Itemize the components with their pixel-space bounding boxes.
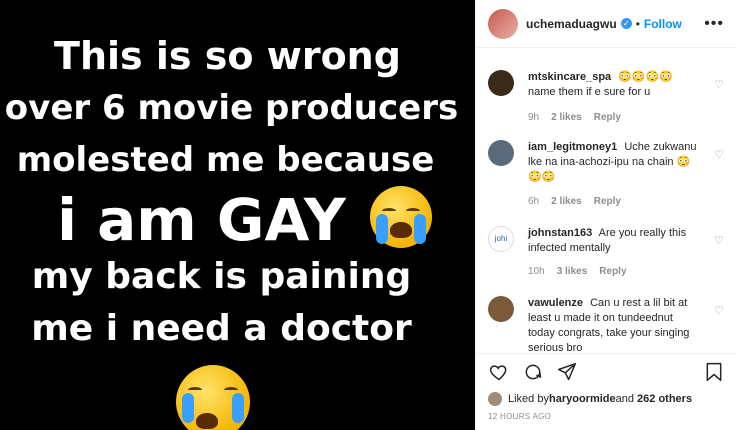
post-image: This is so wrong over 6 movie producers …: [0, 0, 475, 430]
comment-time: 10h: [528, 266, 545, 277]
comment-icon[interactable]: [522, 361, 544, 383]
post-header: uchemaduagwu ✓ • Follow •••: [476, 0, 736, 48]
heart-icon[interactable]: ♡: [714, 78, 724, 91]
likes-summary: Liked by haryoormide and 262 others: [476, 390, 736, 408]
post-text-line: This is so wrong: [54, 34, 401, 78]
comment-username[interactable]: mtskincare_spa: [528, 71, 611, 83]
verified-badge-icon: ✓: [620, 18, 632, 29]
share-icon[interactable]: [556, 361, 578, 383]
likes-others-link[interactable]: 262 others: [637, 393, 692, 405]
post-text-line: me i need a doctor: [31, 308, 412, 349]
like-heart-icon[interactable]: [488, 361, 510, 383]
username[interactable]: uchemaduagwu: [526, 17, 617, 31]
comment-time: 6h: [528, 196, 540, 207]
separator-dot: •: [635, 16, 640, 31]
reply-button[interactable]: Reply: [594, 112, 621, 123]
post-text-line: molested me because: [16, 140, 435, 180]
avatar[interactable]: [488, 296, 514, 322]
comment-likes[interactable]: 3 likes: [557, 266, 588, 277]
avatar[interactable]: [488, 70, 514, 96]
reply-button[interactable]: Reply: [594, 196, 621, 207]
heart-icon[interactable]: ♡: [714, 234, 724, 247]
post-text-line: my back is paining: [31, 256, 412, 297]
post-actions: Liked by haryoormide and 262 others 12 H…: [476, 353, 736, 421]
comment-username[interactable]: johnstan163: [528, 227, 592, 239]
liker-username[interactable]: haryoormide: [549, 393, 616, 405]
comment-likes[interactable]: 2 likes: [551, 112, 582, 123]
avatar[interactable]: [488, 140, 514, 166]
comment-username[interactable]: iam_legitmoney1: [528, 141, 617, 153]
reply-button[interactable]: Reply: [599, 266, 626, 277]
more-options-icon[interactable]: •••: [704, 15, 724, 33]
heart-icon[interactable]: ♡: [714, 148, 724, 161]
comment-likes[interactable]: 2 likes: [551, 196, 582, 207]
avatar: [488, 392, 502, 406]
crying-face-icon: [176, 365, 250, 430]
bookmark-icon[interactable]: [703, 361, 725, 383]
comment-time: 9h: [528, 112, 540, 123]
avatar[interactable]: johi: [488, 226, 514, 252]
follow-button[interactable]: Follow: [644, 17, 682, 31]
comments-list[interactable]: mtskincare_spa 😳😳😳😳 name them if e sure …: [476, 48, 736, 353]
crying-face-icon: [370, 186, 432, 248]
post-text-line: over 6 movie producers: [4, 88, 459, 128]
heart-icon[interactable]: ♡: [714, 304, 724, 317]
post-timestamp: 12 HOURS AGO: [488, 412, 552, 421]
comment-username[interactable]: vawulenze: [528, 297, 583, 309]
avatar[interactable]: [488, 8, 518, 39]
post-side-panel: uchemaduagwu ✓ • Follow ••• mtskincare_s…: [475, 0, 736, 430]
